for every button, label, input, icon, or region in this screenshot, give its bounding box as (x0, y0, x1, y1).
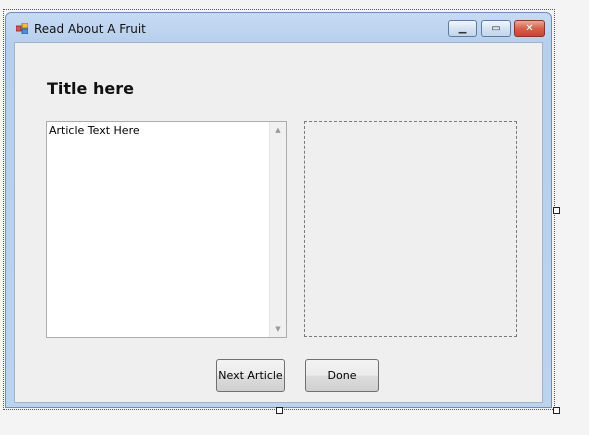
article-text: Article Text Here (49, 124, 140, 137)
close-button[interactable]: ✕ (514, 20, 545, 37)
resize-handle-right[interactable] (553, 207, 560, 214)
scroll-down-icon[interactable]: ▼ (270, 321, 286, 337)
app-icon (16, 23, 28, 34)
form-window: Read About A Fruit ▁ ▭ ✕ Title here Arti… (5, 12, 552, 408)
close-icon: ✕ (525, 23, 534, 34)
minimize-button[interactable]: ▁ (448, 20, 477, 37)
designer-surface: Read About A Fruit ▁ ▭ ✕ Title here Arti… (0, 0, 589, 435)
resize-handle-bottom[interactable] (276, 407, 283, 414)
title-bar[interactable]: Read About A Fruit ▁ ▭ ✕ (6, 13, 551, 41)
form-client-area: Title here Article Text Here ▲ ▼ Next Ar… (14, 42, 543, 403)
next-article-button[interactable]: Next Article (216, 359, 285, 392)
resize-handle-corner[interactable] (553, 407, 560, 414)
picture-box (304, 121, 517, 337)
vertical-scrollbar[interactable]: ▲ ▼ (269, 122, 286, 337)
article-textbox[interactable]: Article Text Here ▲ ▼ (46, 121, 287, 338)
scroll-up-icon[interactable]: ▲ (270, 122, 286, 138)
page-title: Title here (47, 79, 134, 98)
done-button[interactable]: Done (305, 359, 379, 392)
minimize-icon: ▁ (458, 23, 467, 34)
window-title: Read About A Fruit (34, 22, 146, 36)
maximize-icon: ▭ (491, 23, 501, 34)
maximize-button[interactable]: ▭ (481, 20, 511, 37)
